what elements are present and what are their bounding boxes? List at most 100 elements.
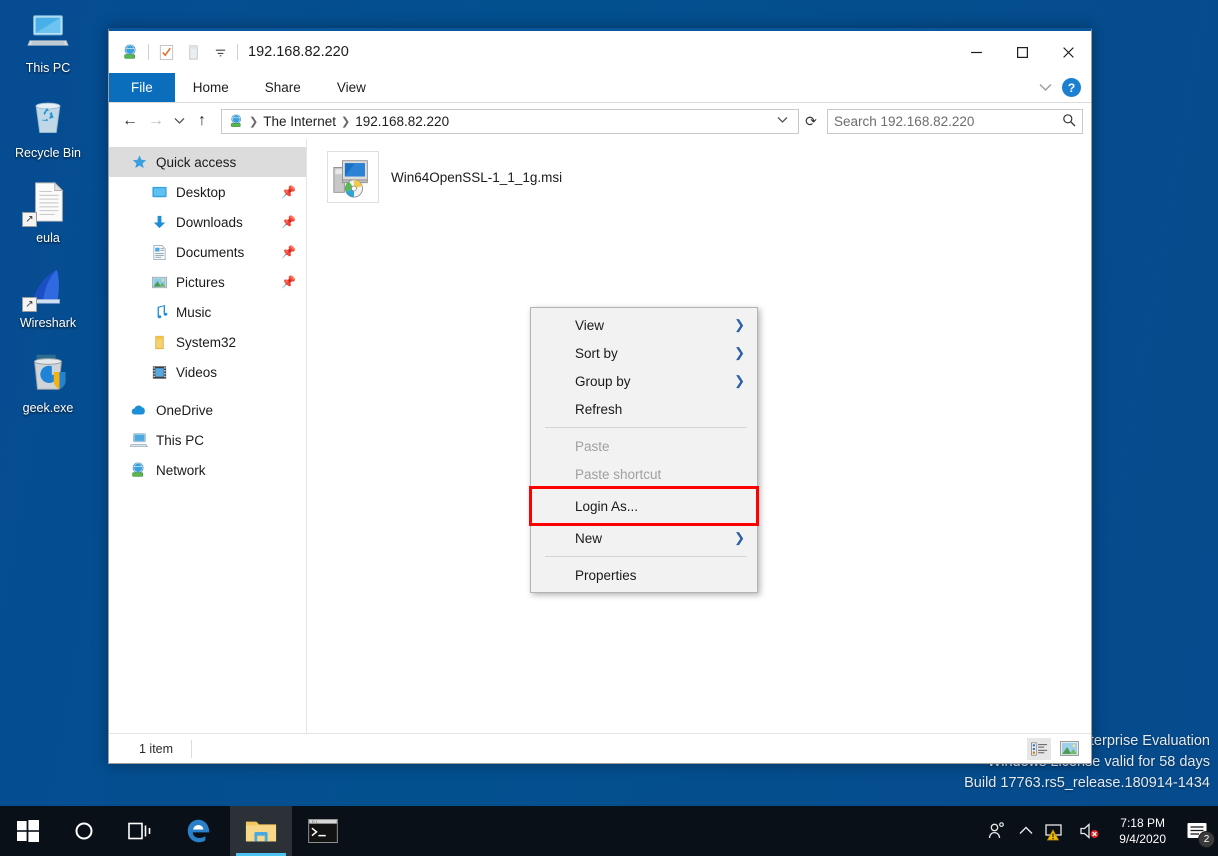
item-count: 1 item [139, 741, 174, 756]
network-warning-icon[interactable] [1045, 821, 1067, 841]
star-icon [129, 153, 149, 171]
menu-item-new[interactable]: New ❯ [531, 524, 757, 552]
desktop-icon-eula[interactable]: ↗ eula [2, 178, 94, 245]
volume-muted-icon[interactable] [1079, 822, 1101, 840]
new-folder-icon[interactable] [183, 42, 203, 62]
chevron-right-icon: ❯ [734, 530, 745, 545]
customize-qat-icon[interactable] [210, 42, 230, 62]
desktop-icon-wireshark[interactable]: ↗ Wireshark [2, 263, 94, 330]
menu-item-label: Paste shortcut [575, 466, 662, 482]
system-tray: 7:18 PM 9/4/2020 2 [987, 806, 1218, 856]
tab-view[interactable]: View [319, 73, 384, 102]
action-center-button[interactable]: 2 [1184, 818, 1215, 848]
close-button[interactable] [1045, 31, 1091, 73]
menu-item-login-as[interactable]: Login As... [529, 486, 759, 526]
menu-item-label: Group by [575, 373, 631, 389]
people-icon[interactable] [987, 821, 1007, 841]
onedrive-cloud-icon [129, 401, 149, 419]
up-button[interactable]: ↑ [189, 108, 215, 134]
taskbar-app-file-explorer[interactable] [230, 806, 292, 856]
properties-icon[interactable] [156, 42, 176, 62]
folder-icon [149, 333, 169, 351]
task-view-button[interactable] [112, 806, 168, 856]
desktop-icon-label: eula [36, 231, 60, 245]
network-location-icon[interactable] [121, 42, 141, 62]
menu-item-sort-by[interactable]: Sort by ❯ [531, 339, 757, 367]
computer-icon [129, 431, 149, 449]
chevron-right-icon: ❯ [734, 317, 745, 332]
chevron-up-icon[interactable] [1019, 826, 1033, 836]
breadcrumb-host[interactable]: 192.168.82.220 [351, 114, 453, 129]
desktop-icon-this-pc[interactable]: This PC [2, 8, 94, 75]
minimize-button[interactable] [953, 31, 999, 73]
sidebar-item-downloads[interactable]: Downloads 📌 [109, 207, 306, 237]
menu-item-label: Paste [575, 438, 610, 454]
tab-file[interactable]: File [109, 73, 175, 102]
file-name: Win64OpenSSL-1_1_1g.msi [391, 169, 563, 185]
menu-item-view[interactable]: View ❯ [531, 311, 757, 339]
address-bar[interactable]: ❯ The Internet ❯ 192.168.82.220 [221, 108, 799, 134]
qat-separator [148, 44, 149, 60]
title-bar: 192.168.82.220 [109, 31, 1091, 73]
context-menu[interactable]: View ❯ Sort by ❯ Group by ❯ Refresh Past… [529, 307, 759, 593]
refresh-button[interactable]: ⟳ [799, 109, 823, 134]
pin-icon[interactable]: 📌 [281, 185, 296, 199]
desktop-icon-label: geek.exe [22, 401, 74, 415]
view-buttons [1027, 737, 1081, 760]
tab-share[interactable]: Share [247, 73, 319, 102]
details-view-button[interactable] [1027, 737, 1051, 760]
shortcut-overlay-icon: ↗ [22, 297, 37, 312]
large-icons-view-button[interactable] [1057, 738, 1081, 760]
tab-home[interactable]: Home [175, 73, 247, 102]
sidebar-item-label: Pictures [176, 274, 225, 290]
sidebar-item-onedrive[interactable]: OneDrive [109, 395, 306, 425]
clock[interactable]: 7:18 PM 9/4/2020 [1113, 815, 1172, 847]
start-button[interactable] [0, 806, 56, 856]
menu-item-label: New [575, 530, 603, 546]
menu-separator [545, 427, 747, 428]
pin-icon[interactable]: 📌 [281, 245, 296, 259]
sidebar-item-network[interactable]: Network [109, 455, 306, 485]
svg-text:C:\: C:\ [312, 820, 318, 824]
ribbon-tabs: File Home Share View ? [109, 73, 1091, 103]
breadcrumb-the-internet[interactable]: The Internet [259, 114, 340, 129]
search-button[interactable] [56, 806, 112, 856]
pin-icon[interactable]: 📌 [281, 275, 296, 289]
desktop-icon-geek-exe[interactable]: geek.exe [2, 348, 94, 415]
address-dropdown-icon[interactable] [771, 115, 794, 127]
sidebar-item-documents[interactable]: Documents 📌 [109, 237, 306, 267]
back-button[interactable]: ← [117, 108, 143, 134]
sidebar-item-quick-access[interactable]: Quick access [109, 147, 306, 177]
help-button[interactable]: ? [1062, 78, 1081, 97]
chevron-right-icon: ❯ [734, 373, 745, 388]
chevron-down-icon[interactable] [1039, 81, 1052, 95]
menu-item-group-by[interactable]: Group by ❯ [531, 367, 757, 395]
recent-locations-button[interactable] [169, 108, 189, 134]
sidebar-item-pictures[interactable]: Pictures 📌 [109, 267, 306, 297]
taskbar-app-command-prompt[interactable]: C:\ [292, 806, 354, 856]
taskbar-app-edge[interactable] [168, 806, 230, 856]
taskbar: C:\ 7:18 PM 9/4/2020 2 [0, 806, 1218, 856]
chevron-right-icon: ❯ [734, 345, 745, 360]
file-item[interactable]: Win64OpenSSL-1_1_1g.msi [321, 145, 568, 209]
sidebar-item-desktop[interactable]: Desktop 📌 [109, 177, 306, 207]
desktop-icon-recycle-bin[interactable]: Recycle Bin [2, 93, 94, 160]
sidebar-item-label: This PC [156, 432, 205, 448]
sidebar-item-music[interactable]: Music [109, 297, 306, 327]
quick-access-toolbar [109, 42, 238, 62]
desktop-icon-label: This PC [25, 61, 71, 75]
documents-icon [149, 243, 169, 261]
menu-item-properties[interactable]: Properties [531, 561, 757, 589]
sidebar-item-videos[interactable]: Videos [109, 357, 306, 387]
sidebar-item-this-pc[interactable]: This PC [109, 425, 306, 455]
pin-icon[interactable]: 📌 [281, 215, 296, 229]
address-toolbar: ← → ↑ ❯ The Internet ❯ 192.168.82.220 ⟳ [109, 103, 1091, 139]
sidebar-item-system32[interactable]: System32 [109, 327, 306, 357]
msi-installer-icon [327, 151, 379, 203]
forward-button[interactable]: → [143, 108, 169, 134]
search-input[interactable]: Search 192.168.82.220 [827, 108, 1083, 134]
maximize-button[interactable] [999, 31, 1045, 73]
search-icon [1062, 113, 1076, 130]
menu-item-refresh[interactable]: Refresh [531, 395, 757, 423]
menu-item-paste: Paste [531, 432, 757, 460]
